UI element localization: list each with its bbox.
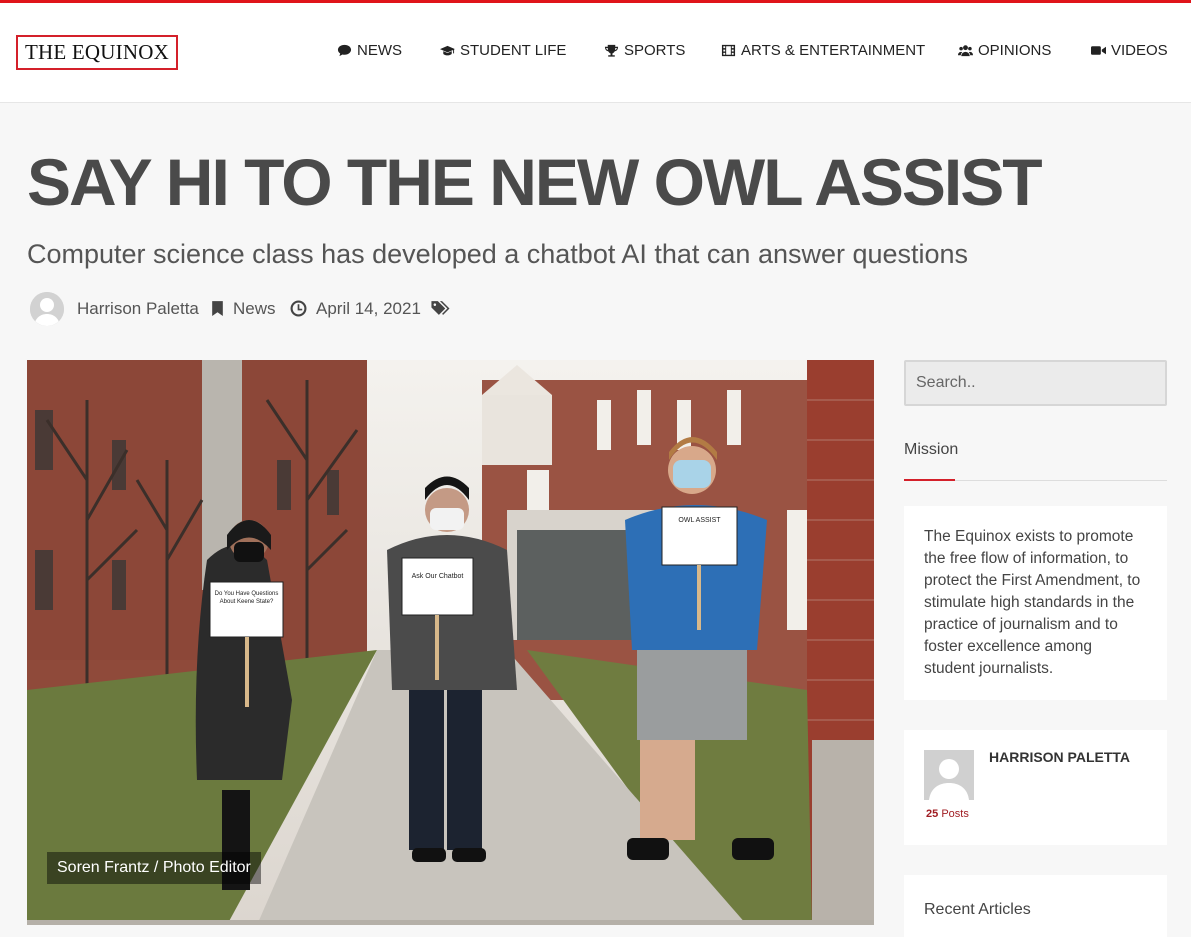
author-widget: HARRISON PALETTA 25 Posts bbox=[904, 730, 1167, 845]
nav-label-opinions: OPINIONS bbox=[978, 41, 1052, 59]
nav-item-news[interactable]: NEWS bbox=[337, 40, 402, 60]
article-subtitle: Computer science class has developed a c… bbox=[27, 239, 969, 269]
search-input[interactable] bbox=[904, 360, 1167, 406]
nav-label-arts: ARTS & ENTERTAINMENT bbox=[741, 41, 926, 59]
tab-mission-label: Mission bbox=[904, 441, 959, 458]
nav-item-arts[interactable]: ARTS & ENTERTAINMENT bbox=[721, 40, 925, 60]
users-icon bbox=[958, 43, 973, 58]
tab-active-underline bbox=[904, 479, 955, 481]
author-avatar[interactable] bbox=[30, 292, 64, 326]
post-count-number: 25 bbox=[926, 808, 939, 820]
nav-item-opinions[interactable]: OPINIONS bbox=[958, 40, 1051, 60]
tags-icon[interactable] bbox=[430, 300, 452, 317]
author-post-count: 25 Posts bbox=[926, 808, 969, 820]
category-link[interactable]: News bbox=[233, 292, 276, 326]
sign-right: OWL ASSIST bbox=[678, 517, 721, 524]
nav-item-videos[interactable]: VIDEOS bbox=[1091, 40, 1168, 60]
comment-icon bbox=[337, 43, 352, 58]
clock-icon bbox=[290, 300, 307, 317]
nav-label-news: NEWS bbox=[357, 41, 402, 59]
article-title: SAY HI TO THE NEW OWL ASSIST bbox=[27, 145, 1043, 219]
author-link[interactable]: Harrison Paletta bbox=[77, 292, 199, 326]
post-count-label: Posts bbox=[941, 808, 969, 820]
publish-date: April 14, 2021 bbox=[316, 299, 421, 318]
mission-text: The Equinox exists to promote the free f… bbox=[904, 506, 1167, 700]
nav-label-student-life: STUDENT LIFE bbox=[460, 41, 567, 59]
author-widget-avatar[interactable] bbox=[924, 750, 974, 800]
graduation-cap-icon bbox=[440, 43, 455, 58]
logo-text: THE EQUINOX bbox=[25, 40, 169, 64]
video-camera-icon bbox=[1091, 43, 1106, 58]
sign-middle: Ask Our Chatbot bbox=[411, 573, 464, 580]
site-logo[interactable]: THE EQUINOX bbox=[16, 35, 178, 70]
nav-label-videos: VIDEOS bbox=[1111, 41, 1168, 59]
nav-item-sports[interactable]: SPORTS bbox=[604, 40, 685, 60]
recent-articles-widget: Recent Articles bbox=[904, 875, 1167, 937]
trophy-icon bbox=[604, 43, 619, 58]
film-icon bbox=[721, 43, 736, 58]
sign-left: Do You Have Questions About Keene State? bbox=[214, 591, 279, 605]
nav-label-sports: SPORTS bbox=[624, 41, 686, 59]
recent-articles-title: Recent Articles bbox=[924, 901, 1031, 918]
author-widget-name[interactable]: HARRISON PALETTA bbox=[989, 749, 1130, 765]
nav-item-student-life[interactable]: STUDENT LIFE bbox=[440, 40, 566, 60]
featured-photo: Do You Have Questions About Keene State?… bbox=[27, 360, 874, 925]
photo-credit: Soren Frantz / Photo Editor bbox=[47, 852, 261, 884]
bookmark-icon bbox=[209, 300, 226, 317]
tab-mission[interactable]: Mission bbox=[904, 436, 1167, 481]
